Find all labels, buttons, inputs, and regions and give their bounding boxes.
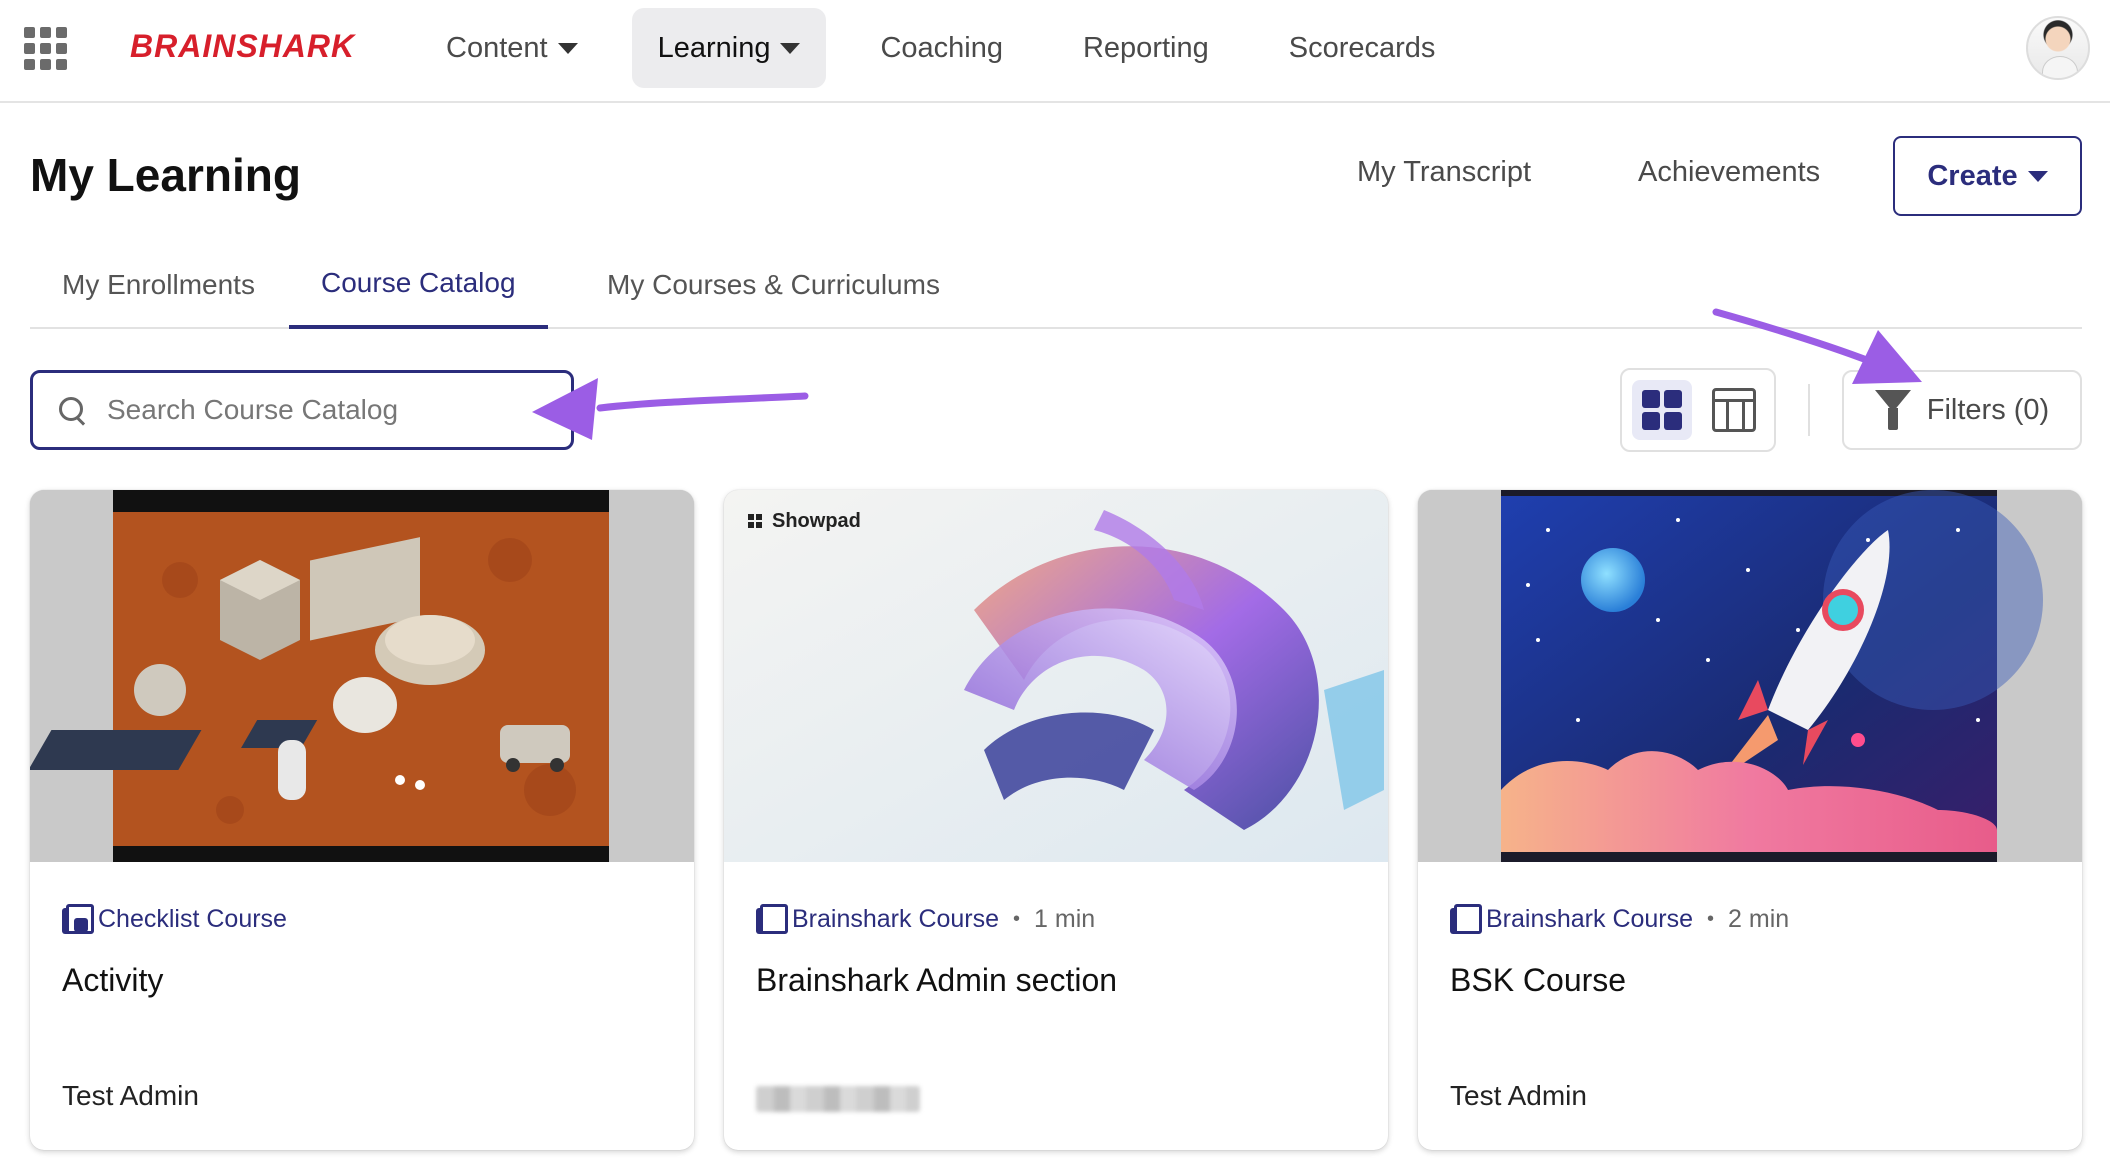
checklist-course-icon <box>62 904 94 934</box>
table-view-icon <box>1712 388 1756 432</box>
filters-label: Filters (0) <box>1926 393 2050 426</box>
nav-item-scorecards[interactable]: Scorecards <box>1263 8 1462 88</box>
search-input[interactable] <box>107 394 547 426</box>
search-icon <box>57 395 87 425</box>
nav-item-learning[interactable]: Learning <box>631 8 827 88</box>
course-card[interactable]: Brainshark Course • 2 min BSK Course Tes… <box>1418 490 2082 1150</box>
course-card-body: Checklist Course Activity Test Admin <box>30 862 694 1150</box>
separator-dot: • <box>1707 907 1715 930</box>
separator-dot: • <box>1013 907 1021 930</box>
course-card[interactable]: Showpad Brainshark Course • 1 min Brains… <box>724 490 1388 1150</box>
funnel-icon <box>1874 390 1911 430</box>
course-title[interactable]: BSK Course <box>1450 962 1626 999</box>
main-nav: Content Learning Coaching Reporting Scor… <box>420 8 1489 88</box>
tab-label: Course Catalog <box>321 266 516 298</box>
nav-item-label: Learning <box>657 31 771 64</box>
page-title: My Learning <box>30 149 301 201</box>
nav-item-coaching[interactable]: Coaching <box>854 8 1029 88</box>
user-avatar[interactable] <box>2026 16 2090 80</box>
apps-grid-icon[interactable] <box>24 27 68 71</box>
nav-item-content[interactable]: Content <box>420 8 604 88</box>
toolbar-divider <box>1808 384 1810 436</box>
tab-label: My Enrollments <box>62 268 255 300</box>
course-duration: 1 min <box>1034 904 1096 933</box>
course-author-blurred <box>756 1086 920 1112</box>
filters-button[interactable]: Filters (0) <box>1842 370 2082 450</box>
nav-item-label: Scorecards <box>1288 31 1436 64</box>
course-type-label: Brainshark Course <box>1486 904 1694 933</box>
nav-item-label: Coaching <box>880 31 1003 64</box>
showpad-mark-icon <box>748 513 764 530</box>
showpad-label-text: Showpad <box>772 510 861 532</box>
nav-item-label: Content <box>446 31 548 64</box>
course-type-label: Checklist Course <box>98 904 287 933</box>
course-type-row: Brainshark Course • 1 min <box>756 904 1095 934</box>
course-type-row: Checklist Course <box>62 904 287 934</box>
abstract-3d-illustration <box>724 490 1388 862</box>
caret-down-icon <box>557 42 578 54</box>
rocket-launch-illustration <box>1418 490 2082 862</box>
course-thumbnail <box>1418 490 2082 862</box>
course-title[interactable]: Brainshark Admin section <box>756 962 1117 999</box>
caret-down-icon <box>2027 170 2048 182</box>
grid-view-icon <box>1642 390 1682 430</box>
caret-down-icon <box>780 42 801 54</box>
create-button-label: Create <box>1927 159 2018 192</box>
course-thumbnail <box>30 490 694 862</box>
top-navigation-bar: BRAINSHARK Content Learning Coaching Rep… <box>0 0 2110 103</box>
showpad-logo: Showpad <box>748 510 861 533</box>
brainshark-logo[interactable]: BRAINSHARK <box>130 28 355 65</box>
course-card[interactable]: Checklist Course Activity Test Admin <box>30 490 694 1150</box>
learning-tabs: My Enrollments Course Catalog My Courses… <box>30 240 2082 329</box>
course-icon <box>756 904 788 934</box>
course-author: Test Admin <box>62 1080 199 1111</box>
tab-label: My Courses & Curriculums <box>607 268 940 300</box>
table-view-button[interactable] <box>1704 380 1764 440</box>
course-type-row: Brainshark Course • 2 min <box>1450 904 1789 934</box>
mars-base-illustration <box>30 490 694 862</box>
tab-my-enrollments[interactable]: My Enrollments <box>30 240 287 329</box>
course-card-body: Brainshark Course • 1 min Brainshark Adm… <box>724 862 1388 1150</box>
tab-course-catalog[interactable]: Course Catalog <box>289 240 548 329</box>
achievements-link[interactable]: Achievements <box>1638 156 1820 189</box>
course-duration: 2 min <box>1728 904 1790 933</box>
course-title[interactable]: Activity <box>62 962 163 999</box>
course-card-body: Brainshark Course • 2 min BSK Course Tes… <box>1418 862 2082 1150</box>
grid-view-button[interactable] <box>1632 380 1692 440</box>
course-author: Test Admin <box>1450 1080 1587 1111</box>
nav-item-reporting[interactable]: Reporting <box>1057 8 1235 88</box>
search-box[interactable] <box>30 370 574 450</box>
nav-item-label: Reporting <box>1082 31 1209 64</box>
course-type-label: Brainshark Course <box>792 904 1000 933</box>
create-button[interactable]: Create <box>1893 136 2082 216</box>
tab-my-courses-curriculums[interactable]: My Courses & Curriculums <box>575 240 972 329</box>
view-toggle <box>1620 368 1776 452</box>
course-thumbnail: Showpad <box>724 490 1388 862</box>
my-transcript-link[interactable]: My Transcript <box>1357 156 1531 189</box>
course-icon <box>1450 904 1482 934</box>
